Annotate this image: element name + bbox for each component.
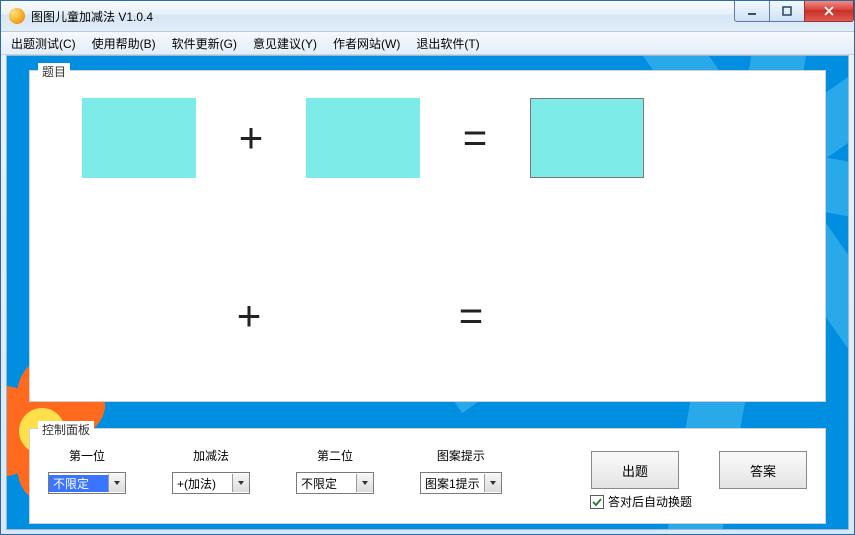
select-op-value: +(加法) bbox=[173, 475, 232, 492]
equals-sign-2: = bbox=[426, 295, 516, 337]
chevron-down-icon bbox=[237, 479, 245, 487]
chevron-down-icon bbox=[113, 479, 121, 487]
select-op[interactable]: +(加法) bbox=[172, 472, 250, 494]
maximize-button[interactable] bbox=[769, 1, 805, 22]
label-hint: 图案提示 bbox=[437, 447, 485, 464]
menu-test[interactable]: 出题测试(C) bbox=[5, 33, 82, 54]
titlebar[interactable]: 图图儿童加减法 V1.0.4 bbox=[1, 1, 854, 32]
close-button[interactable] bbox=[804, 1, 854, 22]
plus-sign: + bbox=[206, 117, 296, 159]
chevron-down-icon bbox=[489, 479, 497, 487]
select-second[interactable]: 不限定 bbox=[296, 472, 374, 494]
checkbox-box[interactable] bbox=[590, 495, 604, 509]
label-second: 第二位 bbox=[317, 447, 353, 464]
maximize-icon bbox=[781, 5, 793, 17]
select-hint-button[interactable] bbox=[484, 474, 501, 492]
equals-sign: = bbox=[430, 117, 520, 159]
label-first: 第一位 bbox=[69, 447, 105, 464]
select-first-button[interactable] bbox=[108, 474, 125, 492]
minimize-icon bbox=[746, 5, 758, 17]
ctrl-op: 加减法 +(加法) bbox=[172, 447, 250, 494]
problem-row-number: + = bbox=[30, 271, 825, 361]
make-problem-button[interactable]: 出题 bbox=[591, 451, 679, 489]
select-op-button[interactable] bbox=[232, 474, 249, 492]
menu-site[interactable]: 作者网站(W) bbox=[327, 33, 406, 54]
select-hint-value: 图案1提示 bbox=[421, 475, 484, 492]
operand1-picture bbox=[82, 98, 196, 178]
action-buttons: 出题 答案 bbox=[591, 451, 807, 489]
make-problem-label: 出题 bbox=[622, 461, 648, 480]
menubar: 出题测试(C) 使用帮助(B) 软件更新(G) 意见建议(Y) 作者网站(W) … bbox=[1, 32, 854, 55]
problem-row-picture: + = bbox=[30, 93, 825, 183]
label-op: 加减法 bbox=[193, 447, 229, 464]
auto-next-checkbox[interactable]: 答对后自动换题 bbox=[590, 493, 692, 510]
problem-group: 题目 + = + = bbox=[29, 70, 826, 402]
close-icon bbox=[823, 5, 835, 17]
menu-update[interactable]: 软件更新(G) bbox=[166, 33, 243, 54]
answer-picture[interactable] bbox=[530, 98, 644, 178]
select-second-button[interactable] bbox=[356, 474, 373, 492]
menu-help[interactable]: 使用帮助(B) bbox=[86, 33, 162, 54]
problem-legend: 题目 bbox=[38, 63, 70, 80]
app-icon bbox=[9, 8, 25, 24]
ctrl-first: 第一位 不限定 bbox=[48, 447, 126, 494]
window-buttons bbox=[735, 1, 854, 22]
check-icon bbox=[592, 497, 602, 507]
menu-exit[interactable]: 退出软件(T) bbox=[410, 33, 485, 54]
chevron-down-icon bbox=[361, 479, 369, 487]
control-legend: 控制面板 bbox=[38, 421, 94, 438]
show-answer-button[interactable]: 答案 bbox=[719, 451, 807, 489]
minimize-button[interactable] bbox=[734, 1, 770, 22]
select-first-value: 不限定 bbox=[49, 475, 108, 492]
select-hint[interactable]: 图案1提示 bbox=[420, 472, 502, 494]
menu-suggest[interactable]: 意见建议(Y) bbox=[247, 33, 323, 54]
control-panel-group: 控制面板 第一位 不限定 加减法 +(加法) bbox=[29, 428, 826, 524]
show-answer-label: 答案 bbox=[750, 461, 776, 480]
select-second-value: 不限定 bbox=[297, 475, 356, 492]
ctrl-second: 第二位 不限定 bbox=[296, 447, 374, 494]
operand2-picture bbox=[306, 98, 420, 178]
select-first[interactable]: 不限定 bbox=[48, 472, 126, 494]
app-window: 图图儿童加减法 V1.0.4 出题测试(C) 使用帮助(B) 软件更新(G) 意… bbox=[0, 0, 855, 535]
window-title: 图图儿童加减法 V1.0.4 bbox=[31, 8, 153, 25]
client-area: 题目 + = + = 控制面板 bbox=[6, 55, 849, 530]
plus-sign-2: + bbox=[204, 295, 294, 337]
ctrl-hint: 图案提示 图案1提示 bbox=[420, 447, 502, 494]
auto-next-label: 答对后自动换题 bbox=[608, 493, 692, 510]
